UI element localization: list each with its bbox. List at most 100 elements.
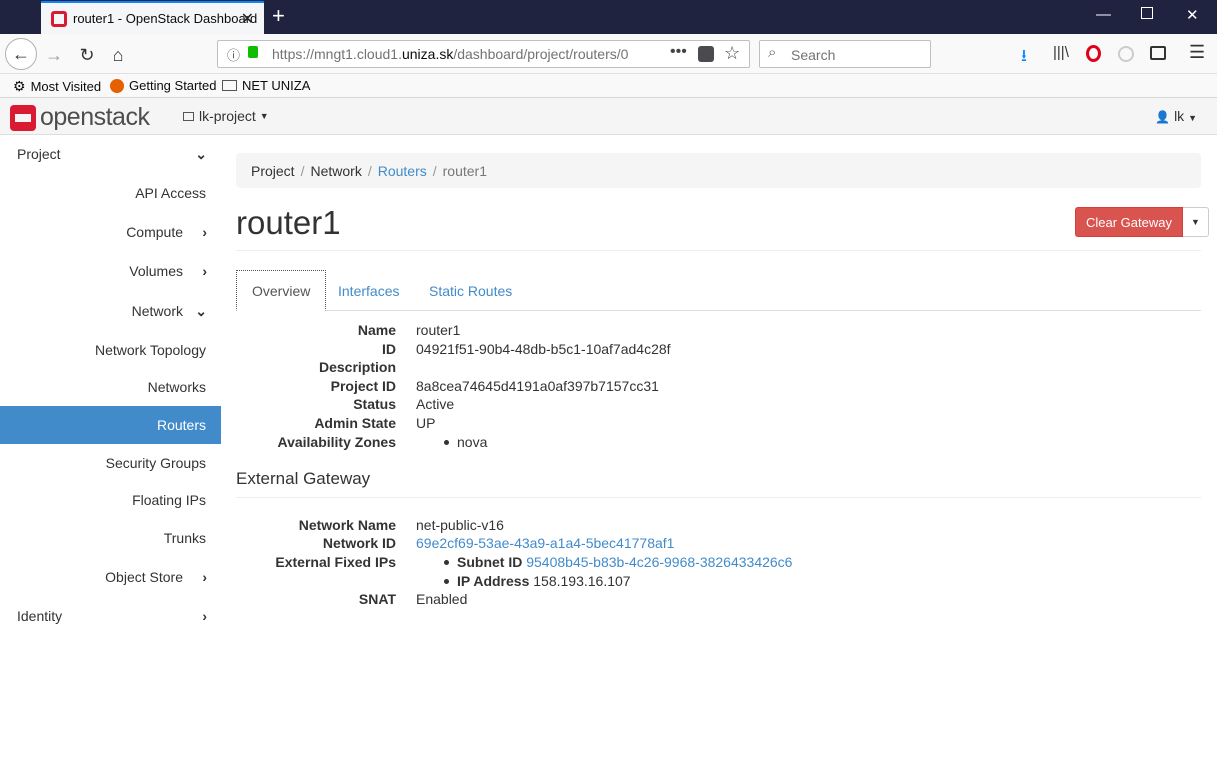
sidebar-item-label: Network Topology	[94, 342, 206, 358]
logo-text: openstack	[40, 103, 150, 131]
sidebar-item-trunks[interactable]: Trunks	[0, 519, 221, 557]
user-name: lk	[1174, 108, 1185, 124]
tab-static-routes[interactable]: Static Routes	[429, 270, 512, 311]
sidebar-item-network-topology[interactable]: Network Topology	[0, 331, 221, 369]
sidebar-item-label: Object Store	[105, 569, 183, 585]
lock-icon	[248, 46, 258, 58]
sidebar-item-label: Routers	[156, 417, 206, 433]
user-menu[interactable]: 👤 lk ▼	[1155, 108, 1197, 124]
detail-label: Network Name	[298, 517, 396, 533]
url-bar[interactable]: ⓘ https://mngt1.cloud1.uniza.sk/dashboar…	[217, 40, 750, 68]
detail-value: 8a8cea74645d4191a0af397b7157cc31	[416, 378, 659, 394]
detail-row-availability-zones: Availability Zones nova	[236, 434, 1201, 453]
reload-icon[interactable]: ↻	[73, 41, 101, 69]
home-icon[interactable]: ⌂	[104, 41, 132, 69]
maximize-icon[interactable]	[1141, 7, 1153, 19]
detail-label: Network ID	[322, 535, 396, 551]
detail-row-network-name: Network Name net-public-v16	[236, 517, 1201, 536]
url-text: https://mngt1.cloud1.uniza.sk/dashboard/…	[272, 46, 629, 62]
sidebar-item-volumes[interactable]: Volumes ›	[0, 252, 221, 290]
tab-overview[interactable]: Overview	[236, 270, 327, 311]
tab-title: router1 - OpenStack Dashboard	[73, 11, 258, 26]
detail-value: Active	[416, 396, 455, 412]
sidebar-item-network[interactable]: Network ⌄	[0, 292, 221, 330]
detail-row-id: ID 04921f51-90b4-48db-b5c1-10af7ad4c28f	[236, 341, 1201, 360]
extension-icon[interactable]	[1118, 46, 1134, 62]
user-icon: 👤	[1155, 110, 1171, 124]
breadcrumb-separator: /	[300, 163, 305, 179]
detail-label: Project ID	[330, 378, 396, 394]
detail-value: 69e2cf69-53ae-43a9-a1a4-5bec41778af1	[416, 535, 674, 551]
subnet-id-link[interactable]: 95408b45-b83b-4c26-9968-3826433426c6	[526, 554, 792, 570]
sidebar-item-identity[interactable]: Identity ›	[0, 597, 221, 635]
sidebar-item-compute[interactable]: Compute ›	[0, 213, 221, 251]
section-divider	[236, 497, 1201, 498]
sidebar-item-label: Compute	[126, 224, 183, 240]
bookmark-getting-started[interactable]: Getting Started	[110, 78, 216, 93]
sidebar-item-floating-ips[interactable]: Floating IPs	[0, 481, 221, 519]
bookmark-net-uniza[interactable]: NET UNIZA	[222, 78, 310, 93]
openstack-logo[interactable]: openstack	[10, 103, 150, 132]
sidebar-item-label: Identity	[17, 608, 63, 624]
opera-icon[interactable]	[1086, 45, 1101, 62]
sidebar: Project ⌄ API Access Compute › Volumes ›…	[0, 135, 221, 782]
bookmark-star-icon[interactable]: ☆	[724, 43, 740, 64]
download-icon[interactable]: ⭳	[1021, 43, 1027, 72]
sidebar-item-routers[interactable]: Routers	[0, 406, 221, 444]
sidebar-item-label: Project	[17, 146, 61, 162]
actions-dropdown-toggle[interactable]: ▼	[1182, 207, 1209, 237]
sidebar-item-object-store[interactable]: Object Store ›	[0, 558, 221, 596]
page-actions-icon[interactable]: •••	[670, 43, 687, 61]
detail-label: Admin State	[314, 415, 396, 431]
close-tab-icon[interactable]: ✕	[241, 9, 254, 29]
project-selector[interactable]: lk-project ▼	[183, 108, 269, 124]
title-divider	[236, 250, 1201, 251]
detail-row-project-id: Project ID 8a8cea74645d4191a0af397b7157c…	[236, 378, 1201, 397]
search-input[interactable]: ⌕ Search	[759, 40, 931, 68]
detail-value: Enabled	[416, 591, 468, 607]
sidebar-item-label: Volumes	[129, 263, 183, 279]
close-window-icon[interactable]: ✕	[1186, 6, 1199, 24]
detail-row-admin-state: Admin State UP	[236, 415, 1201, 434]
back-icon[interactable]: ←	[5, 38, 37, 70]
bookmark-label: NET UNIZA	[242, 78, 311, 93]
sidebar-item-networks[interactable]: Networks	[0, 368, 221, 406]
project-name: lk-project	[199, 108, 256, 124]
search-icon: ⌕	[768, 44, 777, 61]
detail-value: Subnet ID 95408b45-b83b-4c26-9968-382643…	[416, 554, 792, 570]
detail-label: Availability Zones	[277, 434, 396, 450]
pocket-icon[interactable]	[698, 46, 714, 62]
gear-icon: ⚙	[13, 78, 26, 94]
library-icon[interactable]: |||\	[1053, 44, 1069, 61]
new-tab-icon[interactable]: +	[272, 4, 285, 28]
breadcrumb-routers-link[interactable]: Routers	[378, 163, 427, 179]
breadcrumb-project: Project	[251, 163, 295, 179]
info-icon[interactable]: ⓘ	[227, 45, 240, 64]
detail-value: nova	[416, 434, 487, 450]
forward-icon[interactable]: →	[40, 41, 68, 69]
menu-icon[interactable]: ☰	[1189, 42, 1205, 63]
detail-label: SNAT	[358, 591, 396, 607]
browser-tab[interactable]: router1 - OpenStack Dashboard ✕	[41, 1, 264, 34]
tab-interfaces[interactable]: Interfaces	[338, 270, 399, 311]
detail-value: IP Address 158.193.16.107	[416, 573, 631, 589]
bullet-icon	[444, 578, 449, 584]
bookmark-most-visited[interactable]: ⚙ Most Visited	[13, 78, 101, 95]
clear-gateway-button[interactable]: Clear Gateway	[1075, 207, 1183, 237]
external-gateway-heading: External Gateway	[236, 469, 371, 488]
bullet-icon	[444, 559, 449, 565]
breadcrumb-current: router1	[442, 163, 487, 179]
bookmarks-bar: ⚙ Most Visited Getting Started NET UNIZA	[0, 74, 1217, 98]
openstack-header: openstack lk-project ▼ 👤 lk ▼	[0, 98, 1217, 135]
network-id-link[interactable]: 69e2cf69-53ae-43a9-a1a4-5bec41778af1	[416, 535, 674, 551]
sidebar-toggle-icon[interactable]	[1150, 46, 1166, 60]
detail-row-status: Status Active	[236, 396, 1201, 415]
openstack-favicon-icon	[51, 10, 67, 27]
minimize-icon[interactable]: —	[1096, 6, 1111, 23]
detail-value: 04921f51-90b4-48db-b5c1-10af7ad4c28f	[416, 341, 671, 357]
detail-label: Name	[357, 322, 396, 338]
sidebar-item-api-access[interactable]: API Access	[0, 174, 221, 212]
sidebar-item-project[interactable]: Project ⌄	[0, 135, 221, 173]
sidebar-item-security-groups[interactable]: Security Groups	[0, 444, 221, 482]
detail-row-ip-address: IP Address 158.193.16.107	[236, 573, 1201, 592]
